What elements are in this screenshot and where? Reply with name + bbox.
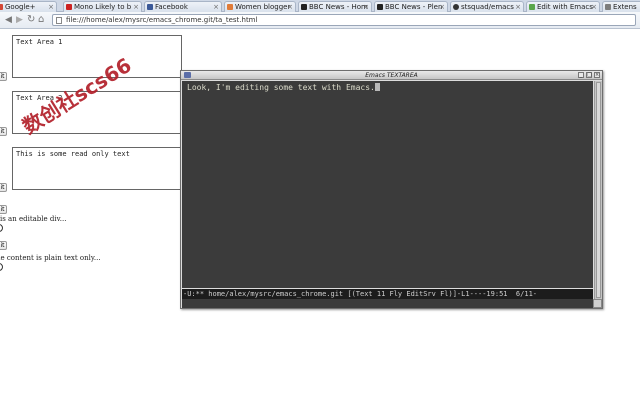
emacs-mode-line: -U:** home/alex/mysrc/emacs_chrome.git [… [182,289,593,299]
text-area-readonly[interactable]: This is some read only text [12,147,182,190]
emacs-window[interactable]: Emacs TEXTAREA _ □ × Look, I'm editing s… [180,70,603,309]
home-icon[interactable]: ⌂ [38,15,44,25]
tab-label: Edit with Emacs [537,3,593,11]
tab-label: BBC News - Plen [385,3,443,11]
edit-button-label: edit [0,128,5,135]
emacs-buffer[interactable]: Look, I'm editing some text with Emacs. [182,81,593,288]
editable-div-text[interactable]: is an editable div... [0,215,66,223]
tab-label: Google+ [5,3,36,11]
minimize-icon[interactable]: _ [578,72,584,78]
github-favicon-icon [453,4,459,10]
edit-button-2[interactable]: edit [0,127,7,136]
emacs-minibuffer[interactable] [182,299,602,308]
emacs-window-title: Emacs TEXTAREA [365,72,418,79]
tab-google-plus[interactable]: Google+ × [0,1,57,12]
tab-edit-with-emacs[interactable]: Edit with Emacs × [526,1,600,12]
resize-grip-icon[interactable] [593,299,602,308]
blogger-favicon-icon [227,4,233,10]
close-tab-icon[interactable]: × [439,2,445,12]
facebook-favicon-icon [147,4,153,10]
tab-label: Mono Likely to b [74,3,132,11]
tab-label: Facebook [155,3,188,11]
edit-button-1[interactable]: edit [0,72,7,81]
maximize-icon[interactable]: □ [586,72,592,78]
tab-bbc-news-home[interactable]: BBC News - Hom × [298,1,372,12]
close-tab-icon[interactable]: × [363,2,369,12]
close-tab-icon[interactable]: × [515,2,521,12]
plain-text-line: ne content is plain text only... [0,254,101,262]
tab-women-blogger[interactable]: Women blogger × [224,1,296,12]
close-icon[interactable]: × [594,72,600,78]
text-area-1-content: Text Area 1 [16,38,63,46]
tab-label: stsquad/emacs [461,3,514,11]
close-tab-icon[interactable]: × [48,2,54,12]
edit-button-3[interactable]: edit [0,183,7,192]
address-url[interactable]: file:///home/alex/mysrc/emacs_chrome.git… [66,15,257,26]
tab-label: Extens [613,3,637,11]
emacs-titlebar[interactable]: Emacs TEXTAREA _ □ × [181,71,602,80]
tab-facebook[interactable]: Facebook × [144,1,222,12]
tab-extensions[interactable]: Extens [602,1,640,12]
radio-button-1[interactable] [0,224,3,232]
reload-icon[interactable]: ↻ [27,15,35,25]
tab-label: BBC News - Hom [309,3,368,11]
close-tab-icon[interactable]: × [213,2,219,12]
scrollbar-thumb[interactable] [596,82,601,298]
edit-button-label: edit [0,206,5,213]
tab-mono[interactable]: Mono Likely to b × [63,1,142,12]
puzzle-favicon-icon [529,4,535,10]
page-icon [56,17,62,24]
tab-bbc-news-plen[interactable]: BBC News - Plen × [374,1,448,12]
tab-strip: Google+ × Mono Likely to b × Facebook × … [0,0,640,12]
close-tab-icon[interactable]: × [287,2,293,12]
radio-button-2[interactable] [0,263,3,271]
buffer-text: Look, I'm editing some text with Emacs. [187,83,375,92]
bbc-favicon-icon [377,4,383,10]
browser-toolbar: ◀ ▶ ↻ ⌂ file:///home/alex/mysrc/emacs_ch… [0,12,640,29]
edit-button-label: edit [0,242,5,249]
bbc-favicon-icon [301,4,307,10]
close-tab-icon[interactable]: × [133,2,139,12]
vertical-scrollbar[interactable] [594,81,602,299]
address-bar[interactable]: file:///home/alex/mysrc/emacs_chrome.git… [52,14,636,26]
edit-button-label: edit [0,184,5,191]
close-tab-icon[interactable]: × [591,2,597,12]
edit-button-plain[interactable]: edit [0,241,7,250]
google-plus-favicon-icon [0,4,3,10]
text-cursor [374,83,380,91]
news-favicon-icon [66,4,72,10]
tab-stsquad-emacs[interactable]: stsquad/emacs × [450,1,524,12]
wrench-favicon-icon [605,4,611,10]
edit-button-label: edit [0,73,5,80]
text-area-readonly-content: This is some read only text [16,150,130,158]
arrow-right-icon[interactable]: ▶ [16,15,23,25]
tab-label: Women blogger [235,3,291,11]
arrow-left-icon[interactable]: ◀ [5,15,12,25]
edit-button-div[interactable]: edit [0,205,7,214]
